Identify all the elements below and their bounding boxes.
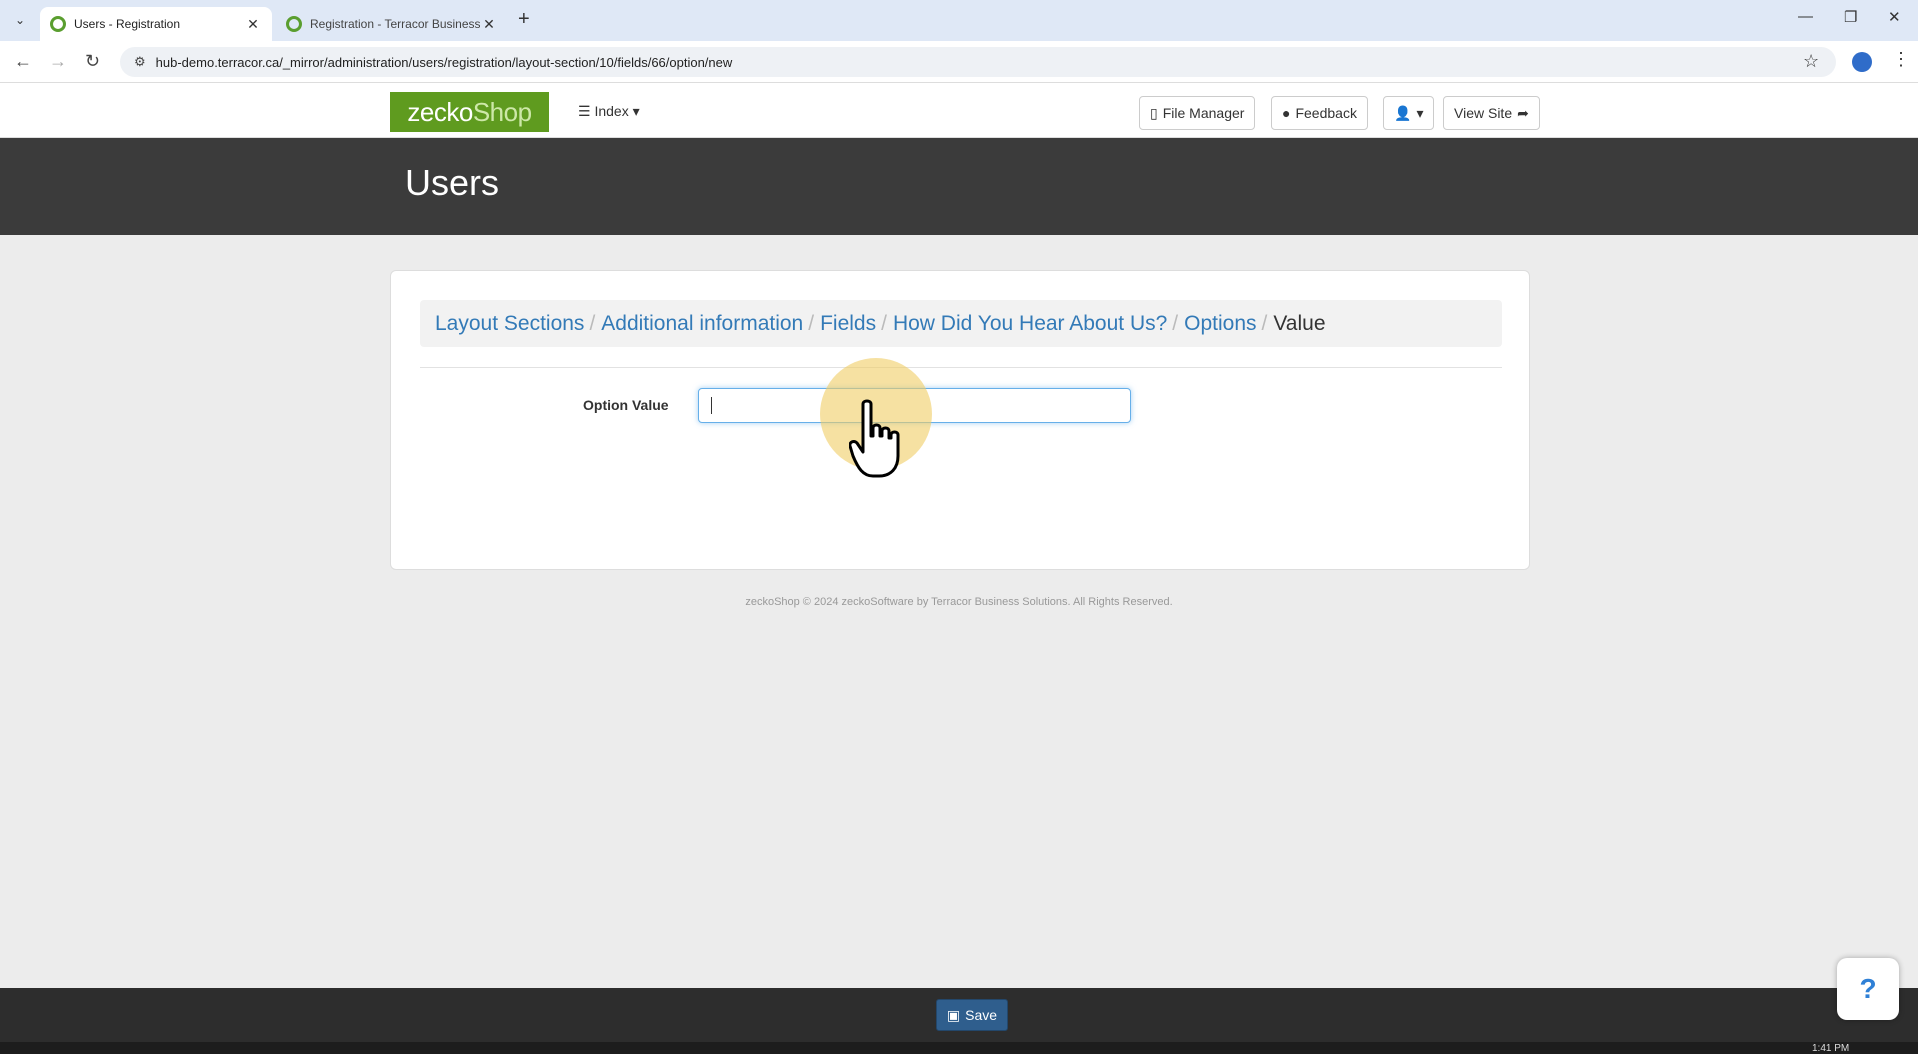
forward-arrow-icon[interactable]: → bbox=[49, 51, 67, 72]
option-form-panel: Layout Sections / Additional information /… bbox=[390, 270, 1530, 570]
site-favicon-icon bbox=[50, 16, 66, 32]
close-window-icon[interactable]: ✕ bbox=[1888, 8, 1901, 26]
browser-toolbar: ← → ↻ ⚙ hub-demo.terracor.ca/_mirror/adm… bbox=[0, 41, 1918, 83]
list-icon: ☰ bbox=[578, 103, 591, 119]
breadcrumb-options[interactable]: Options bbox=[1184, 312, 1256, 336]
site-top-nav: zecko Shop ☰ Index ▾ ▯ File Manager ● Fee… bbox=[0, 83, 1918, 138]
share-arrow-icon: ➦ bbox=[1517, 104, 1529, 121]
browser-menu-icon[interactable]: ⋮ bbox=[1892, 49, 1910, 70]
new-tab-icon[interactable]: + bbox=[518, 8, 530, 31]
site-favicon-icon bbox=[286, 16, 302, 32]
os-taskbar bbox=[0, 1042, 1918, 1054]
logo-text-primary: zecko bbox=[407, 96, 473, 127]
close-tab-icon[interactable]: ✕ bbox=[480, 16, 498, 33]
index-menu-dropdown[interactable]: ☰ Index ▾ bbox=[578, 103, 640, 120]
breadcrumb-fields[interactable]: Fields bbox=[820, 312, 876, 336]
bookmark-star-icon[interactable]: ☆ bbox=[1803, 51, 1819, 72]
minimize-window-icon[interactable]: — bbox=[1798, 8, 1813, 25]
url-text: hub-demo.terracor.ca/_mirror/administrat… bbox=[155, 54, 733, 70]
breadcrumb-separator: / bbox=[881, 311, 887, 335]
divider bbox=[420, 367, 1502, 368]
user-menu-button[interactable]: 👤 ▾ bbox=[1383, 96, 1435, 130]
file-manager-label: File Manager bbox=[1162, 105, 1245, 121]
breadcrumb-separator: / bbox=[589, 311, 596, 335]
browser-tab-users-registration[interactable]: Users - Registration ✕ bbox=[40, 7, 272, 41]
option-value-label: Option Value bbox=[583, 397, 669, 413]
help-button[interactable]: ? bbox=[1837, 958, 1899, 1020]
reload-icon[interactable]: ↻ bbox=[85, 51, 100, 72]
page-title: Users bbox=[405, 162, 500, 203]
index-menu-label: Index bbox=[594, 103, 629, 119]
address-bar[interactable]: ⚙ hub-demo.terracor.ca/_mirror/administr… bbox=[120, 47, 1836, 77]
logo-text-accent: Shop bbox=[472, 96, 532, 127]
taskbar-clock: 1:41 PM bbox=[1812, 1043, 1850, 1054]
breadcrumb-additional-information[interactable]: Additional information bbox=[601, 312, 803, 336]
text-caret bbox=[711, 397, 712, 414]
copyright-footer: zeckoShop © 2024 zeckoSoftware by Terrac… bbox=[745, 596, 1173, 608]
view-site-label: View Site bbox=[1454, 105, 1513, 121]
save-label: Save bbox=[965, 1007, 998, 1023]
file-icon: ▯ bbox=[1150, 104, 1158, 121]
lightbulb-icon: ● bbox=[1282, 105, 1291, 121]
hand-pointer-cursor-icon bbox=[849, 399, 900, 478]
breadcrumb: Layout Sections / Additional information /… bbox=[420, 300, 1502, 347]
feedback-button[interactable]: ● Feedback bbox=[1271, 96, 1368, 130]
save-bar: ▣ Save bbox=[0, 988, 1918, 1042]
restore-window-icon[interactable]: ❐ bbox=[1844, 8, 1857, 26]
save-button[interactable]: ▣ Save bbox=[936, 999, 1008, 1031]
browser-tab-bar: ⌄ Users - Registration ✕ Registration - … bbox=[0, 0, 1918, 41]
view-site-button[interactable]: View Site ➦ bbox=[1443, 96, 1540, 130]
caret-down-icon: ▾ bbox=[1416, 104, 1424, 121]
caret-down-icon: ▾ bbox=[632, 103, 640, 119]
tab-title: Registration - Terracor Business Solutio… bbox=[310, 17, 480, 31]
floppy-disk-icon: ▣ bbox=[946, 1006, 961, 1023]
breadcrumb-layout-sections[interactable]: Layout Sections bbox=[435, 312, 584, 336]
back-arrow-icon[interactable]: ← bbox=[14, 51, 32, 72]
breadcrumb-separator: / bbox=[1172, 311, 1179, 335]
breadcrumb-value-current: Value bbox=[1273, 311, 1326, 335]
page-header: Users bbox=[0, 138, 1918, 235]
file-manager-button[interactable]: ▯ File Manager bbox=[1139, 96, 1256, 130]
tab-title: Users - Registration bbox=[74, 17, 181, 31]
close-tab-icon[interactable]: ✕ bbox=[244, 16, 262, 33]
breadcrumb-separator: / bbox=[808, 311, 815, 335]
zeckoshop-logo[interactable]: zecko Shop bbox=[390, 92, 549, 132]
breadcrumb-separator: / bbox=[1261, 311, 1268, 335]
breadcrumb-how-did-you-hear[interactable]: How Did You Hear About Us? bbox=[893, 312, 1167, 336]
browser-tab-registration[interactable]: Registration - Terracor Business Solutio… bbox=[276, 7, 508, 41]
user-icon: 👤 bbox=[1394, 104, 1412, 121]
feedback-label: Feedback bbox=[1295, 105, 1357, 121]
profile-avatar-icon[interactable] bbox=[1852, 52, 1872, 72]
tab-search-chevron-icon[interactable]: ⌄ bbox=[8, 9, 32, 31]
site-info-icon[interactable]: ⚙ bbox=[134, 54, 146, 70]
